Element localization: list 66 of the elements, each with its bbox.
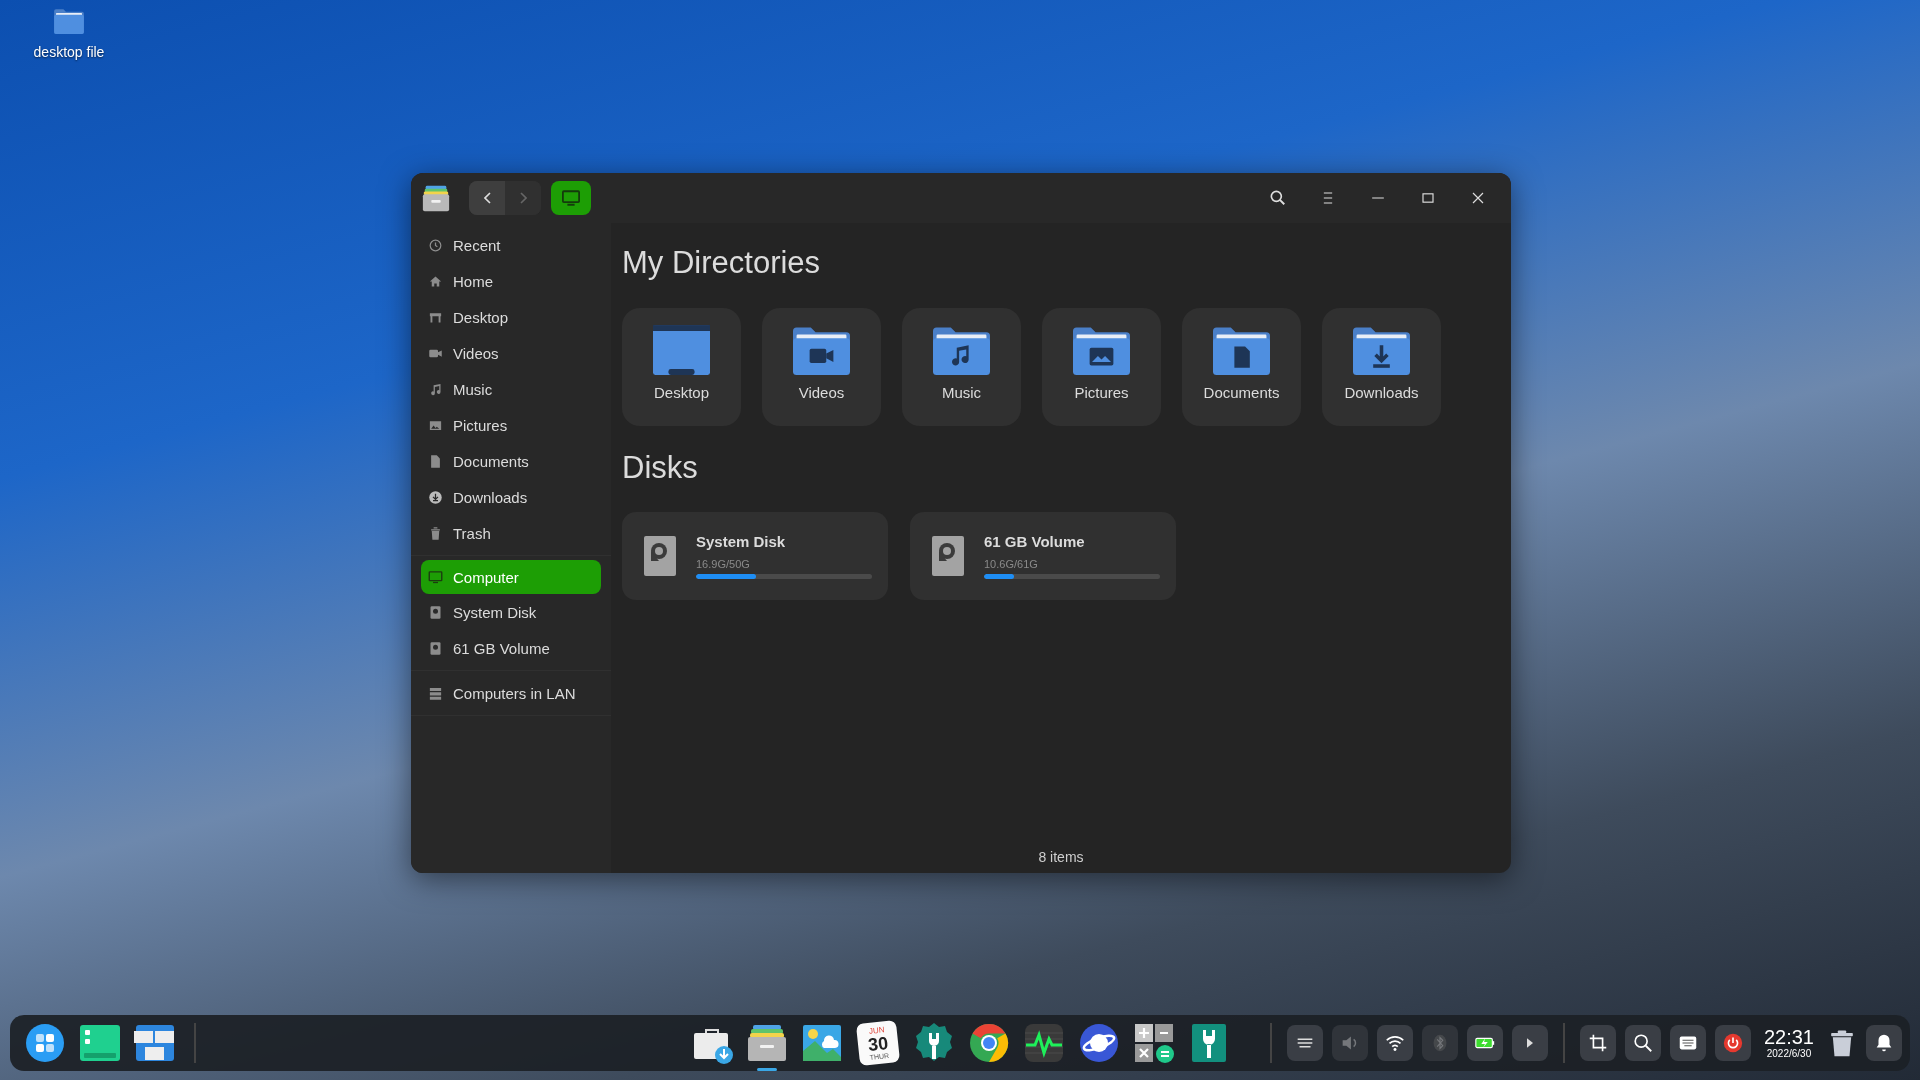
- file-cabinet-icon: [421, 183, 451, 213]
- sidebar-item[interactable]: Desktop: [421, 299, 601, 335]
- chevron-right-icon: [519, 192, 527, 204]
- sidebar-item[interactable]: Videos: [421, 335, 601, 371]
- wifi-button[interactable]: [1376, 1025, 1413, 1061]
- music-note-icon: [428, 381, 443, 397]
- sidebar-item[interactable]: Pictures: [421, 407, 601, 443]
- bluetooth-button[interactable]: [1421, 1025, 1458, 1061]
- folder-card[interactable]: Desktop: [622, 308, 741, 426]
- download-icon: [428, 489, 443, 505]
- sidebar-item[interactable]: Home: [421, 263, 601, 299]
- clock-date[interactable]: 2022/6/30: [1766, 1048, 1812, 1060]
- search-icon: [1631, 1032, 1654, 1054]
- notifications-button[interactable]: [1866, 1025, 1902, 1061]
- power-button[interactable]: [1714, 1025, 1751, 1061]
- disk-name: 61 GB Volume: [984, 533, 1086, 550]
- disk-name: System Disk: [696, 533, 787, 550]
- computer-location-button[interactable]: [551, 181, 591, 215]
- sidebar-item[interactable]: Music: [421, 371, 601, 407]
- sidebar-item[interactable]: Recent: [421, 227, 601, 263]
- sidebar-item[interactable]: Documents: [421, 443, 601, 479]
- sidebar-item[interactable]: 61 GB Volume: [421, 630, 601, 666]
- search-button[interactable]: [1624, 1025, 1661, 1061]
- server-icon: [428, 685, 443, 701]
- disk-card[interactable]: 61 GB Volume 10.6G/61G: [910, 512, 1176, 600]
- monitor-icon: [562, 189, 580, 207]
- triangle-right-icon: [1526, 1038, 1533, 1048]
- disk-usage-text: 10.6G/61G: [984, 558, 1039, 570]
- sidebar-item[interactable]: Trash: [421, 515, 601, 551]
- monitor-icon: [428, 569, 443, 585]
- disk-usage-text: 16.9G/50G: [696, 558, 751, 570]
- music-folder-icon: [933, 325, 990, 375]
- section-heading: Disks: [622, 449, 698, 487]
- section-heading: My Directories: [622, 244, 821, 282]
- folder-card[interactable]: Documents: [1182, 308, 1301, 426]
- launcher-icon[interactable]: [23, 1021, 67, 1065]
- on-screen-keyboard-button[interactable]: [1669, 1025, 1706, 1061]
- sidebar-item[interactable]: Downloads: [421, 479, 601, 515]
- sidebar-item[interactable]: Computer: [421, 560, 601, 594]
- keyboard-layout-button[interactable]: [1286, 1025, 1323, 1061]
- sidebar-item[interactable]: System Disk: [421, 594, 601, 630]
- screenshot-button[interactable]: [1579, 1025, 1616, 1061]
- picture-folder-icon: [1073, 325, 1130, 375]
- expand-tray-button[interactable]: [1511, 1025, 1548, 1061]
- search-icon[interactable]: [1268, 188, 1288, 208]
- folder-card[interactable]: Videos: [762, 308, 881, 426]
- folder-card[interactable]: Pictures: [1042, 308, 1161, 426]
- video-folder-icon: [793, 325, 850, 375]
- document-folder-icon: [1213, 325, 1270, 375]
- desktop-folder-icon: [653, 325, 710, 375]
- back-button[interactable]: [469, 181, 505, 215]
- clock-icon: [428, 237, 443, 253]
- clock-time[interactable]: 22:31: [1763, 1026, 1814, 1048]
- sidebar-item[interactable]: Computers in LAN: [421, 675, 601, 711]
- download-folder-icon: [1353, 325, 1410, 375]
- power-icon: [1721, 1032, 1744, 1054]
- folder-card[interactable]: Downloads: [1322, 308, 1441, 426]
- document-icon: [428, 453, 443, 469]
- disk-card[interactable]: System Disk 16.9G/50G: [622, 512, 888, 600]
- chevron-left-icon: [483, 192, 491, 204]
- desktop-icon-label[interactable]: desktop file: [33, 44, 105, 60]
- folder-card[interactable]: Music: [902, 308, 1021, 426]
- status-bar-text: 8 items: [1038, 849, 1084, 867]
- trash-icon: [428, 525, 443, 541]
- battery-button[interactable]: [1466, 1025, 1503, 1061]
- volume-button[interactable]: [1331, 1025, 1368, 1061]
